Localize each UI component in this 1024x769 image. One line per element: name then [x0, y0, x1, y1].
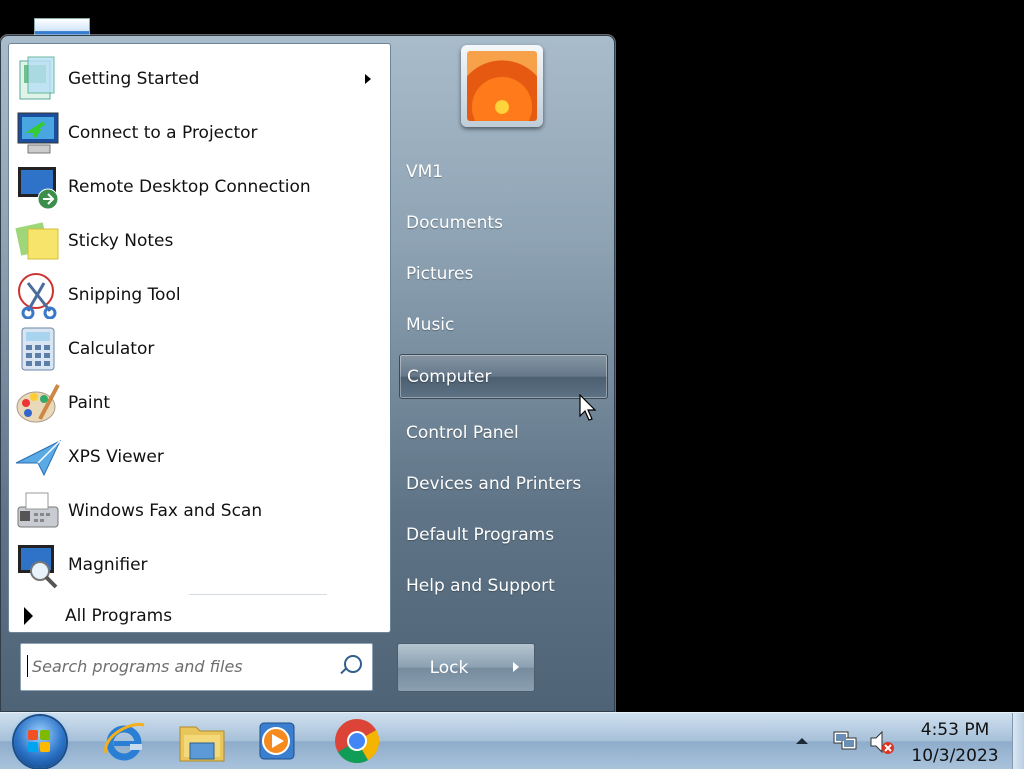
default-programs-link[interactable]: Default Programs	[399, 512, 608, 557]
link-label: Devices and Printers	[406, 473, 582, 494]
media-player-icon[interactable]	[254, 717, 302, 765]
program-label: Connect to a Projector	[68, 123, 258, 143]
xps-viewer-icon	[14, 433, 62, 481]
start-menu: Getting Started Connect to a Projector R…	[0, 35, 615, 712]
windows-explorer-icon[interactable]	[178, 717, 226, 765]
program-label: Windows Fax and Scan	[68, 501, 263, 521]
calculator-icon	[14, 325, 62, 373]
chrome-icon[interactable]	[333, 717, 381, 765]
clock-time[interactable]: 4:53 PM	[900, 720, 1010, 740]
clock-date[interactable]: 10/3/2023	[900, 746, 1010, 766]
taskbar: 4:53 PM 10/3/2023	[0, 712, 1024, 769]
program-connect-projector[interactable]: Connect to a Projector	[11, 106, 387, 160]
internet-explorer-icon[interactable]	[100, 717, 148, 765]
remote-desktop-icon	[14, 163, 62, 211]
start-button[interactable]	[14, 716, 66, 768]
program-label: Paint	[68, 393, 111, 413]
link-label: Music	[406, 314, 455, 335]
pictures-link[interactable]: Pictures	[399, 251, 608, 296]
link-label: Documents	[406, 212, 503, 233]
user-picture[interactable]	[461, 45, 543, 127]
shutdown-options-button[interactable]	[499, 643, 535, 692]
program-xps-viewer[interactable]: XPS Viewer	[11, 430, 387, 484]
search-icon[interactable]	[344, 655, 362, 673]
program-paint[interactable]: Paint	[11, 376, 387, 430]
documents-link[interactable]: Documents	[399, 200, 608, 245]
submenu-arrow-icon	[365, 74, 371, 84]
all-programs-button[interactable]: All Programs	[9, 599, 385, 633]
user-folder-link[interactable]: VM1	[399, 149, 608, 194]
getting-started-icon	[14, 55, 62, 103]
program-sticky-notes[interactable]: Sticky Notes	[11, 214, 387, 268]
program-magnifier[interactable]: Magnifier	[11, 538, 387, 592]
computer-link[interactable]: Computer	[399, 354, 608, 399]
windows-flag-icon	[28, 730, 52, 754]
program-calculator[interactable]: Calculator	[11, 322, 387, 376]
control-panel-link[interactable]: Control Panel	[399, 410, 608, 455]
volume-muted-icon[interactable]	[869, 729, 895, 755]
separator	[189, 594, 327, 595]
program-snipping-tool[interactable]: Snipping Tool	[11, 268, 387, 322]
program-label: Remote Desktop Connection	[68, 177, 311, 197]
network-icon[interactable]	[833, 729, 857, 753]
link-label: Control Panel	[406, 422, 519, 443]
link-label: Computer	[407, 366, 492, 387]
program-label: Magnifier	[68, 555, 148, 575]
program-remote-desktop[interactable]: Remote Desktop Connection	[11, 160, 387, 214]
program-label: Calculator	[68, 339, 155, 359]
devices-printers-link[interactable]: Devices and Printers	[399, 461, 608, 506]
paint-icon	[14, 379, 62, 427]
search-placeholder: Search programs and files	[32, 657, 243, 676]
program-getting-started[interactable]: Getting Started	[11, 52, 387, 106]
program-fax-scan[interactable]: Windows Fax and Scan	[11, 484, 387, 538]
fax-scan-icon	[14, 487, 62, 535]
program-label: Getting Started	[68, 69, 200, 89]
program-label: Sticky Notes	[68, 231, 174, 251]
link-label: Default Programs	[406, 524, 555, 545]
mouse-cursor-icon	[579, 394, 597, 421]
lock-label: Lock	[429, 657, 469, 678]
link-label: Pictures	[406, 263, 474, 284]
arrow-right-icon	[24, 607, 33, 625]
link-label: VM1	[406, 161, 444, 182]
show-hidden-icons-icon[interactable]	[796, 738, 808, 744]
lock-button[interactable]: Lock	[397, 643, 501, 692]
link-label: Help and Support	[406, 575, 555, 596]
help-support-link[interactable]: Help and Support	[399, 563, 608, 608]
user-avatar	[467, 51, 537, 121]
programs-pane: Getting Started Connect to a Projector R…	[8, 43, 391, 633]
sticky-notes-icon	[14, 217, 62, 265]
snipping-tool-icon	[14, 271, 62, 320]
projector-icon	[14, 109, 62, 157]
program-label: XPS Viewer	[68, 447, 164, 467]
show-desktop-button[interactable]	[1012, 713, 1024, 769]
magnifier-icon	[14, 541, 62, 589]
search-input[interactable]: Search programs and files	[20, 643, 373, 691]
program-label: Snipping Tool	[68, 285, 181, 305]
all-programs-label: All Programs	[65, 606, 173, 626]
music-link[interactable]: Music	[399, 302, 608, 347]
text-caret	[27, 655, 28, 677]
